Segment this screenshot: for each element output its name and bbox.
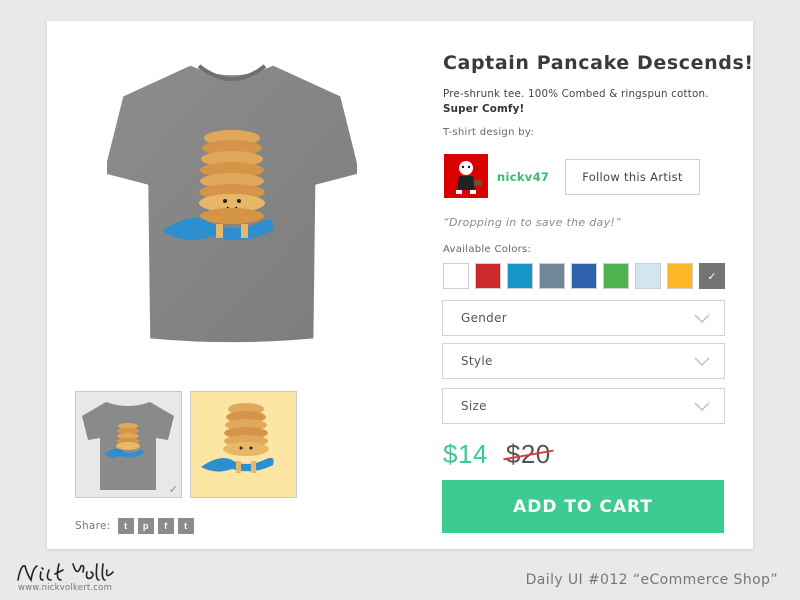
chevron-down-icon bbox=[694, 402, 710, 411]
gender-select[interactable]: Gender bbox=[442, 300, 725, 336]
color-swatch-cyan[interactable] bbox=[507, 263, 533, 289]
size-select-label: Size bbox=[461, 399, 487, 413]
style-select[interactable]: Style bbox=[442, 343, 725, 379]
follow-artist-button[interactable]: Follow this Artist bbox=[565, 159, 700, 195]
size-select[interactable]: Size bbox=[442, 388, 725, 424]
artist-avatar[interactable] bbox=[444, 154, 488, 198]
facebook-icon[interactable]: f bbox=[157, 518, 174, 534]
product-card: ✓ Share: t p f t Captain Pancake Descend… bbox=[47, 21, 753, 549]
share-label: Share: bbox=[75, 520, 111, 532]
color-swatch-light-blue[interactable] bbox=[635, 263, 661, 289]
designer-label: T-shirt design by: bbox=[443, 127, 534, 138]
color-swatch-red[interactable] bbox=[475, 263, 501, 289]
gender-select-label: Gender bbox=[461, 311, 508, 325]
product-title: Captain Pancake Descends! bbox=[443, 52, 754, 74]
product-tagline: “Dropping in to save the day!” bbox=[443, 216, 622, 229]
style-select-label: Style bbox=[461, 354, 493, 368]
thumbnail-tshirt[interactable]: ✓ bbox=[75, 391, 182, 498]
share-bar: Share: t p f t bbox=[75, 518, 198, 534]
current-price: $14 bbox=[443, 439, 488, 469]
original-price: $20 bbox=[503, 439, 554, 470]
main-product-image bbox=[104, 56, 360, 356]
color-swatches: ✓ bbox=[443, 263, 731, 289]
thumbnail-artwork[interactable] bbox=[190, 391, 297, 498]
site-url: www.nickvolkert.com bbox=[18, 583, 113, 593]
color-swatch-yellow[interactable] bbox=[667, 263, 693, 289]
color-swatch-grey[interactable]: ✓ bbox=[699, 263, 725, 289]
chevron-down-icon bbox=[694, 314, 710, 323]
color-swatch-blue[interactable] bbox=[571, 263, 597, 289]
color-swatch-green[interactable] bbox=[603, 263, 629, 289]
color-swatch-slate[interactable] bbox=[539, 263, 565, 289]
product-description: Pre-shrunk tee. 100% Combed & ringspun c… bbox=[443, 87, 738, 117]
selected-check-icon: ✓ bbox=[168, 483, 178, 496]
description-text: Pre-shrunk tee. 100% Combed & ringspun c… bbox=[443, 88, 709, 100]
add-to-cart-button[interactable]: ADD TO CART bbox=[442, 480, 724, 533]
price-block: $14 $20 bbox=[443, 439, 554, 470]
pinterest-icon[interactable]: p bbox=[137, 518, 154, 534]
colors-label: Available Colors: bbox=[443, 244, 532, 255]
twitter-icon[interactable]: t bbox=[117, 518, 134, 534]
chevron-down-icon bbox=[694, 357, 710, 366]
color-swatch-white[interactable] bbox=[443, 263, 469, 289]
footer-caption: Daily UI #012 “eCommerce Shop” bbox=[525, 572, 778, 588]
artist-name-link[interactable]: nickv47 bbox=[497, 170, 549, 184]
tumblr-icon[interactable]: t bbox=[177, 518, 194, 534]
description-bold: Super Comfy! bbox=[443, 103, 525, 115]
